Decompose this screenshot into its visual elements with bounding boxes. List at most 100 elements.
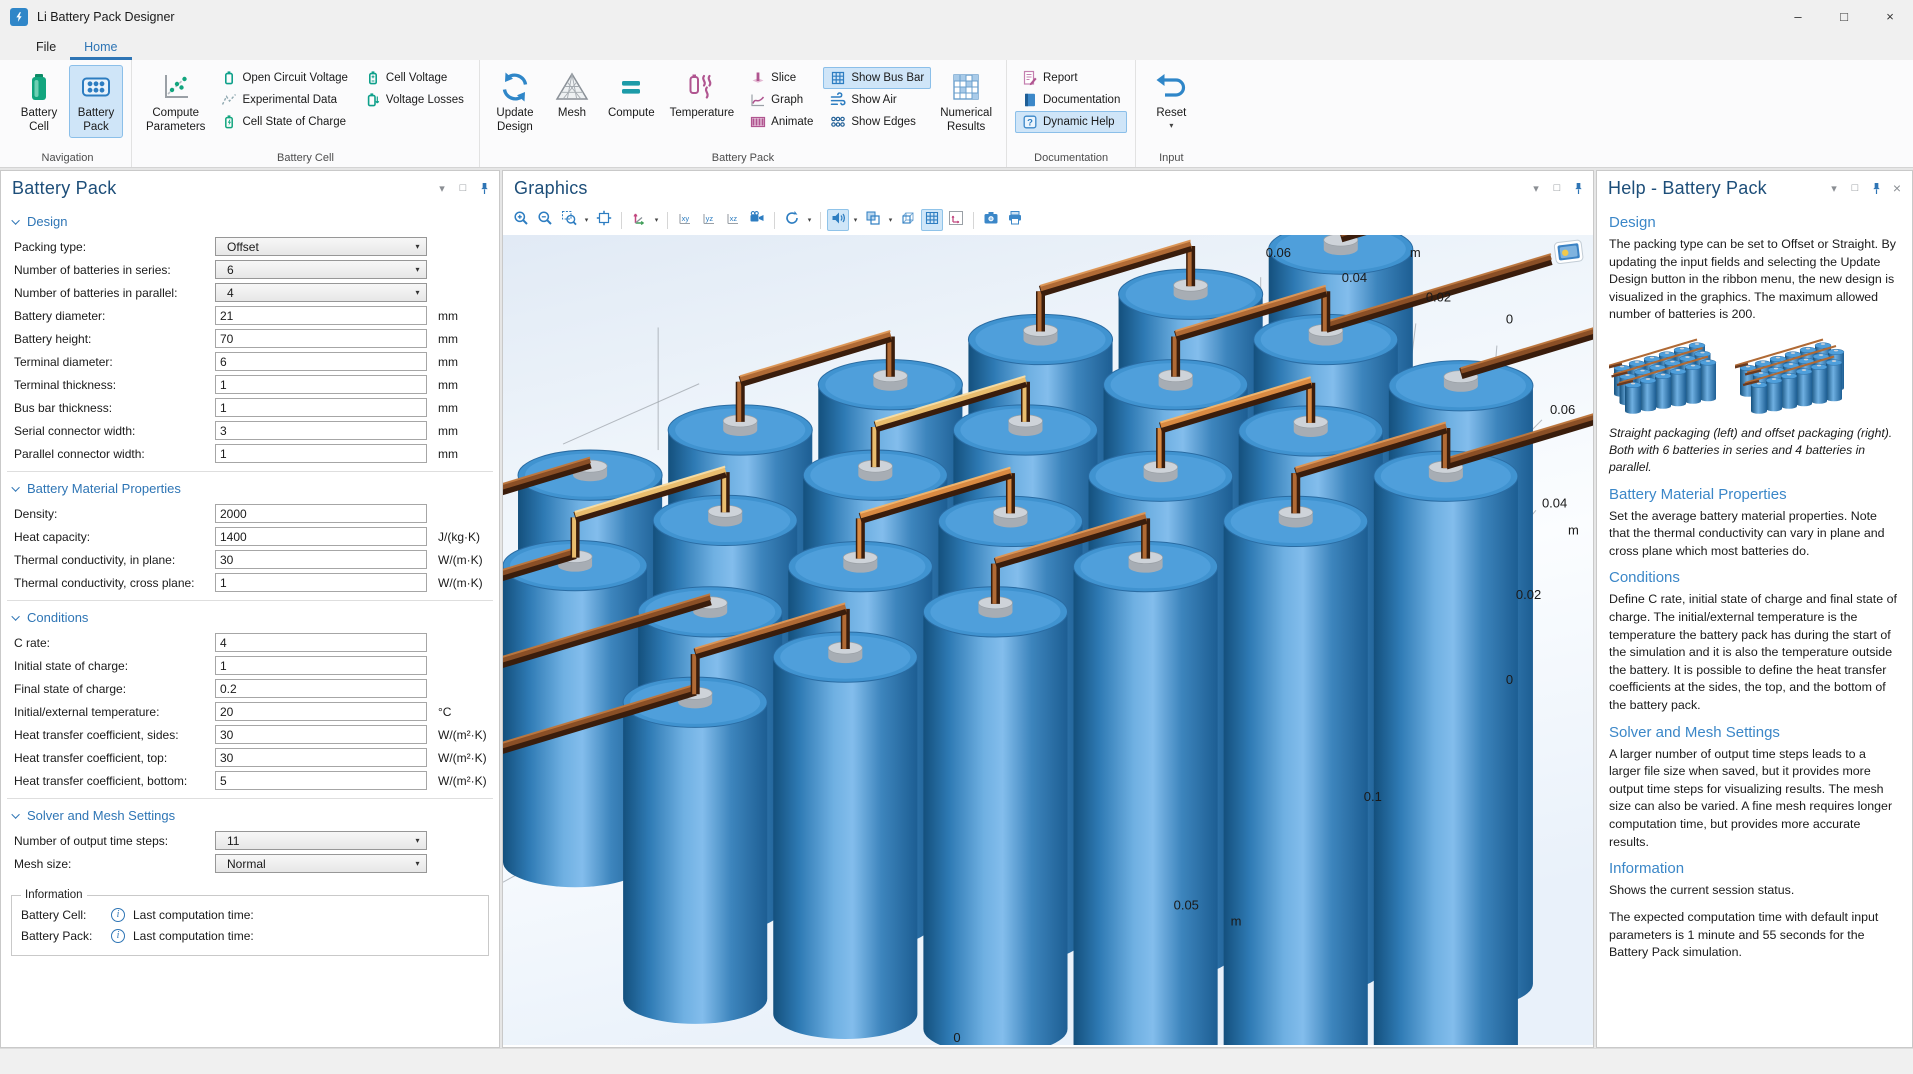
temperature-button[interactable]: Temperature xyxy=(664,65,741,123)
zoom-in-button[interactable] xyxy=(510,209,532,231)
show-edges-button[interactable]: Show Edges xyxy=(823,111,931,133)
field-final-state-of-charge[interactable] xyxy=(215,679,427,698)
float-window-icon[interactable]: □ xyxy=(1848,182,1862,194)
field-mesh-size[interactable]: Normal▾ xyxy=(215,854,427,873)
field-bus-bar-thickness[interactable] xyxy=(215,398,427,417)
field-initial-state-of-charge[interactable] xyxy=(215,656,427,675)
battery-cell-button[interactable]: BatteryCell xyxy=(12,65,66,138)
field-heat-capacity[interactable] xyxy=(215,527,427,546)
field-label: Heat transfer coefficient, top: xyxy=(14,751,215,765)
compute-button[interactable]: Compute xyxy=(602,65,661,123)
default-view-button[interactable] xyxy=(628,209,650,231)
cell-voltage-button[interactable]: Cell Voltage xyxy=(358,67,471,89)
rotate-button[interactable] xyxy=(781,209,803,231)
view-xz-button[interactable]: xz xyxy=(722,209,744,231)
chevron-down-icon[interactable]: ▾ xyxy=(1169,121,1173,130)
snapshot-button[interactable] xyxy=(980,209,1002,231)
voltage-losses-icon xyxy=(365,92,381,108)
view-thumbnail-icon[interactable] xyxy=(1554,240,1583,264)
graph-button[interactable]: Graph xyxy=(743,89,820,111)
maximize-button[interactable]: □ xyxy=(1821,0,1867,33)
field-label: Thermal conductivity, in plane: xyxy=(14,553,215,567)
scene-camera-button[interactable] xyxy=(746,209,768,231)
wireframe-button[interactable] xyxy=(897,209,919,231)
field-terminal-diameter[interactable] xyxy=(215,352,427,371)
dynamic-help-button[interactable]: ?Dynamic Help xyxy=(1015,111,1127,133)
numerical-results-button[interactable]: NumericalResults xyxy=(934,65,998,138)
field-number-of-output-time-steps[interactable]: 11▾ xyxy=(215,831,427,850)
chevron-down-icon: ▾ xyxy=(409,265,426,274)
show-edges-icon xyxy=(830,114,846,130)
field-battery-diameter[interactable] xyxy=(215,306,427,325)
voltage-losses-button[interactable]: Voltage Losses xyxy=(358,89,471,111)
field-heat-transfer-coefficient-bottom[interactable] xyxy=(215,771,427,790)
info-icon[interactable]: i xyxy=(111,908,125,922)
field-initial-external-temperature[interactable] xyxy=(215,702,427,721)
form-row-terminal-diameter: Terminal diameter:mm xyxy=(14,352,499,371)
field-heat-transfer-coefficient-top[interactable] xyxy=(215,748,427,767)
close-button[interactable]: × xyxy=(1867,0,1913,33)
button-label: Show Bus Bar xyxy=(851,72,924,84)
zoom-box-button[interactable] xyxy=(558,209,580,231)
scene-light-button[interactable] xyxy=(827,209,849,231)
close-icon[interactable]: × xyxy=(1890,180,1904,196)
field-packing-type[interactable]: Offset▾ xyxy=(215,237,427,256)
chevron-down-icon[interactable]: ▾ xyxy=(652,216,661,224)
graphics-canvas[interactable]: 0.060.04m0.0200.060.04m0.0200.10.05m0 xyxy=(503,235,1593,1045)
chevron-down-icon[interactable]: ▾ xyxy=(435,182,449,195)
open-circuit-voltage-button[interactable]: Open Circuit Voltage xyxy=(214,67,354,89)
show-air-button[interactable]: Show Air xyxy=(823,89,931,111)
tab-home[interactable]: Home xyxy=(70,36,131,60)
documentation-button[interactable]: Documentation xyxy=(1015,89,1127,111)
mesh-button[interactable]: Mesh xyxy=(545,65,599,123)
chevron-down-icon[interactable]: ▾ xyxy=(1827,182,1841,195)
field-c-rate[interactable] xyxy=(215,633,427,652)
field-number-of-batteries-in-series[interactable]: 6▾ xyxy=(215,260,427,279)
chevron-down-icon[interactable]: ▾ xyxy=(582,216,591,224)
zoom-extents-button[interactable] xyxy=(593,209,615,231)
field-parallel-connector-width[interactable] xyxy=(215,444,427,463)
section-header-conditions[interactable]: Conditions xyxy=(14,610,499,625)
chevron-down-icon[interactable]: ▾ xyxy=(805,216,814,224)
field-terminal-thickness[interactable] xyxy=(215,375,427,394)
pin-icon[interactable] xyxy=(1571,182,1585,195)
float-window-icon[interactable]: □ xyxy=(1550,182,1564,194)
compute-parameters-button[interactable]: ComputeParameters xyxy=(140,65,211,138)
slice-button[interactable]: Slice xyxy=(743,67,820,89)
section-header-design[interactable]: Design xyxy=(14,214,499,229)
pin-icon[interactable] xyxy=(1869,182,1883,195)
field-heat-transfer-coefficient-sides[interactable] xyxy=(215,725,427,744)
transparency-button[interactable] xyxy=(862,209,884,231)
float-window-icon[interactable]: □ xyxy=(456,182,470,194)
show-bus-bar-button[interactable]: Show Bus Bar xyxy=(823,67,931,89)
chevron-down-icon[interactable]: ▾ xyxy=(1529,182,1543,195)
view-xy-button[interactable]: xy xyxy=(674,209,696,231)
report-button[interactable]: Report xyxy=(1015,67,1127,89)
experimental-data-button[interactable]: Experimental Data xyxy=(214,89,354,111)
chevron-down-icon[interactable]: ▾ xyxy=(851,216,860,224)
field-battery-height[interactable] xyxy=(215,329,427,348)
view-yz-button[interactable]: yz xyxy=(698,209,720,231)
field-number-of-batteries-in-parallel[interactable]: 4▾ xyxy=(215,283,427,302)
chevron-down-icon[interactable]: ▾ xyxy=(886,216,895,224)
grid-button[interactable] xyxy=(921,209,943,231)
pin-icon[interactable] xyxy=(477,182,491,195)
update-design-button[interactable]: UpdateDesign xyxy=(488,65,542,138)
axes-window-button[interactable] xyxy=(945,209,967,231)
reset-button[interactable]: Reset▾ xyxy=(1144,65,1198,133)
section-header-battery-material-properties[interactable]: Battery Material Properties xyxy=(14,481,499,496)
field-thermal-conductivity-cross-plane[interactable] xyxy=(215,573,427,592)
info-icon[interactable]: i xyxy=(111,929,125,943)
animate-button[interactable]: Animate xyxy=(743,111,820,133)
zoom-out-button[interactable] xyxy=(534,209,556,231)
print-button[interactable] xyxy=(1004,209,1026,231)
section-header-solver-and-mesh-settings[interactable]: Solver and Mesh Settings xyxy=(14,808,499,823)
minimize-button[interactable]: – xyxy=(1775,0,1821,33)
field-thermal-conductivity-in-plane[interactable] xyxy=(215,550,427,569)
battery-pack-button[interactable]: BatteryPack xyxy=(69,65,123,138)
form-row-initial-state-of-charge: Initial state of charge: xyxy=(14,656,499,675)
cell-state-of-charge-button[interactable]: Cell State of Charge xyxy=(214,111,354,133)
tab-file[interactable]: File xyxy=(22,36,70,60)
field-density[interactable] xyxy=(215,504,427,523)
field-serial-connector-width[interactable] xyxy=(215,421,427,440)
